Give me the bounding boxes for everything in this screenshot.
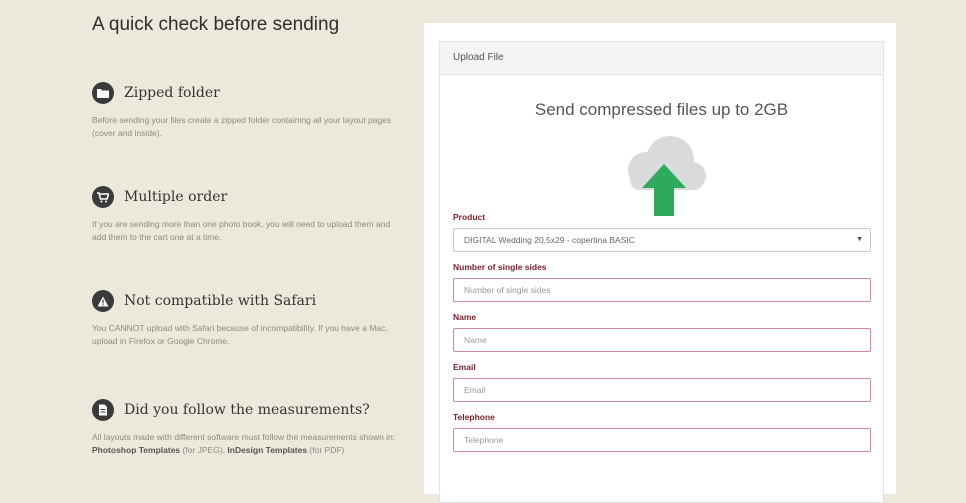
telephone-label: Telephone (453, 412, 495, 422)
indesign-templates-link[interactable]: InDesign Templates (227, 445, 307, 455)
tip-body: All layouts made with different software… (92, 431, 402, 457)
tip-multiple-order: Multiple order If you are sending more t… (92, 186, 402, 244)
email-label: Email (453, 362, 476, 372)
sides-label: Number of single sides (453, 262, 547, 272)
product-select[interactable]: DIGITAL Wedding 20,5x29 - copertina BASI… (453, 228, 871, 252)
document-icon (92, 399, 114, 421)
tip-title: Did you follow the measurements? (124, 402, 370, 418)
upload-title: Send compressed files up to 2GB (534, 100, 789, 119)
name-label: Name (453, 312, 477, 322)
upload-form: Product DIGITAL Wedding 20,5x29 - copert… (453, 212, 871, 462)
tip-body-text: All layouts made with different software… (92, 432, 396, 442)
name-input[interactable]: Name (453, 328, 871, 352)
upload-panel: Upload File Send compressed files up to … (424, 23, 896, 503)
upload-card: Upload File Send compressed files up to … (439, 41, 884, 503)
email-field: Email Email (453, 362, 871, 402)
upload-card-header: Upload File (440, 42, 883, 75)
tip-title: Multiple order (124, 189, 228, 205)
cart-icon (92, 186, 114, 208)
warning-icon (92, 290, 114, 312)
product-field: Product DIGITAL Wedding 20,5x29 - copert… (453, 212, 871, 252)
chevron-down-icon: ▼ (856, 236, 863, 243)
product-select-value: DIGITAL Wedding 20,5x29 - copertina BASI… (464, 235, 635, 245)
sides-input[interactable]: Number of single sides (453, 278, 871, 302)
sides-field: Number of single sides Number of single … (453, 262, 871, 302)
tip-title: Zipped folder (124, 85, 220, 101)
tip-body: You CANNOT upload with Safari because of… (92, 323, 388, 347)
name-field: Name Name (453, 312, 871, 352)
folder-icon (92, 82, 114, 104)
product-label: Product (453, 212, 486, 222)
tip-zipped-folder: Zipped folder Before sending your files … (92, 82, 402, 140)
cloud-upload-icon[interactable] (616, 130, 712, 218)
tip-body: Before sending your files create a zippe… (92, 115, 392, 139)
checklist-section: A quick check before sending Zipped fold… (92, 14, 402, 455)
tip-safari: Not compatible with Safari You CANNOT up… (92, 290, 402, 348)
tip-measurements: Did you follow the measurements? All lay… (92, 399, 402, 457)
telephone-field: Telephone Telephone (453, 412, 871, 452)
telephone-input[interactable]: Telephone (453, 428, 871, 452)
tip-title: Not compatible with Safari (124, 293, 317, 309)
email-input[interactable]: Email (453, 378, 871, 402)
tip-body-text: (for JPEG), (180, 445, 228, 456)
tip-body-text: (for PDF) (307, 445, 345, 456)
checklist-title: A quick check before sending (92, 14, 340, 35)
photoshop-templates-link[interactable]: Photoshop Templates (92, 445, 180, 455)
tip-body: If you are sending more than one photo b… (92, 219, 391, 243)
